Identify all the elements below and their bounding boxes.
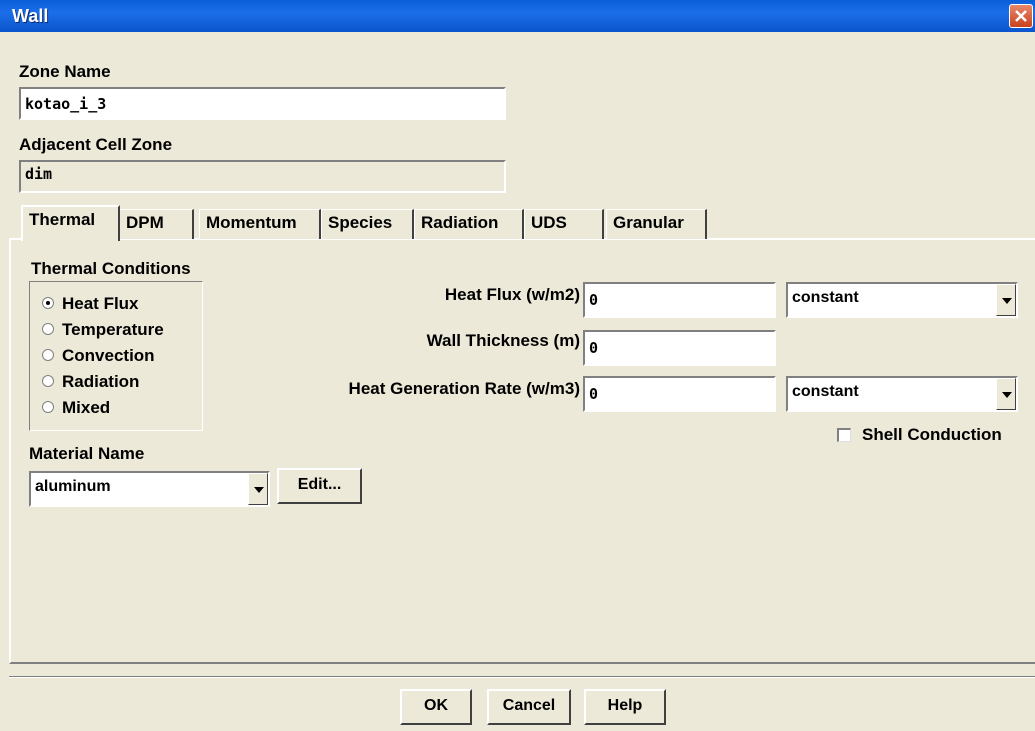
radio-label: Convection (62, 346, 155, 365)
radio-label: Heat Flux (62, 294, 139, 313)
radio-label: Mixed (62, 398, 111, 417)
radio-button[interactable] (42, 401, 54, 413)
radio-button[interactable] (42, 297, 54, 309)
help-button[interactable]: Help (584, 689, 666, 725)
title-bar: Wall (0, 0, 1035, 32)
heat-generation-input[interactable] (583, 376, 776, 412)
window-title: Wall (12, 6, 49, 26)
shell-conduction-checkbox[interactable] (837, 428, 851, 442)
zone-name-label: Zone Name (19, 62, 111, 81)
radio-button[interactable] (42, 375, 54, 387)
radio-selected-dot (46, 301, 50, 305)
chevron-down-icon[interactable] (996, 378, 1016, 410)
heat-generation-profile-select[interactable]: constant (786, 376, 1018, 412)
wall-thickness-input[interactable] (583, 330, 776, 366)
adjacent-cell-zone-label: Adjacent Cell Zone (19, 135, 173, 154)
tab-dpm[interactable]: DPM (119, 209, 194, 239)
tab-thermal[interactable]: Thermal (21, 205, 120, 241)
heat-generation-profile-value: constant (792, 383, 859, 400)
tab-uds[interactable]: UDS (524, 209, 604, 239)
heat-flux-profile-select[interactable]: constant (786, 282, 1018, 318)
shell-conduction-label: Shell Conduction (862, 425, 1002, 444)
tab-radiation[interactable]: Radiation (414, 209, 524, 239)
edit-material-button[interactable]: Edit... (277, 468, 362, 504)
tab-species[interactable]: Species (321, 209, 414, 239)
heat-generation-label: Heat Generation Rate (w/m3) (348, 379, 580, 398)
bottom-separator (9, 676, 1035, 678)
material-select[interactable]: aluminum (29, 471, 270, 507)
heat-flux-profile-value: constant (792, 289, 859, 306)
close-icon (1015, 10, 1027, 22)
wall-thickness-label: Wall Thickness (m) (426, 331, 580, 350)
material-value: aluminum (35, 478, 111, 495)
material-name-label: Material Name (29, 444, 145, 463)
chevron-down-icon[interactable] (996, 284, 1016, 316)
ok-button[interactable]: OK (400, 689, 472, 725)
adjacent-cell-zone-field: dim (19, 160, 506, 193)
thermal-conditions-label: Thermal Conditions (31, 259, 191, 278)
radio-label: Temperature (62, 320, 164, 339)
tab-momentum[interactable]: Momentum (199, 209, 321, 239)
heat-flux-label: Heat Flux (w/m2) (444, 285, 580, 304)
close-button[interactable] (1009, 4, 1033, 28)
tab-granular[interactable]: Granular (606, 209, 707, 239)
radio-label: Radiation (62, 372, 140, 391)
radio-button[interactable] (42, 323, 54, 335)
cancel-button[interactable]: Cancel (487, 689, 571, 725)
heat-flux-input[interactable] (583, 282, 776, 318)
zone-name-input[interactable] (19, 87, 506, 120)
chevron-down-icon[interactable] (248, 473, 268, 505)
radio-button[interactable] (42, 349, 54, 361)
